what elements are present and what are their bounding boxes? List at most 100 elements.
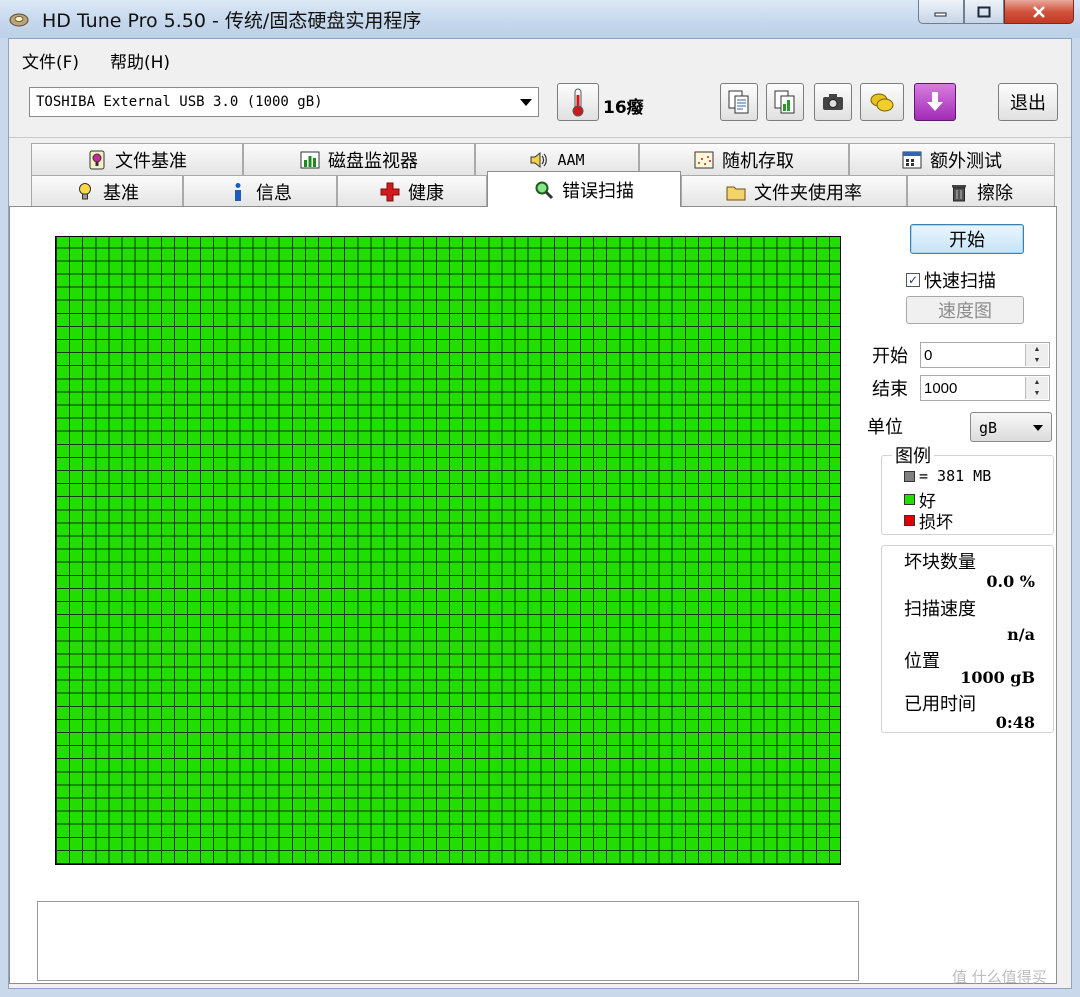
legend-bad: 损坏 <box>904 508 953 533</box>
tab-folder-usage[interactable]: 文件夹使用率 <box>681 175 907 207</box>
legend-block-size-text: = 381 MB <box>919 467 992 485</box>
thermometer-icon <box>572 88 584 117</box>
info-icon <box>235 182 241 201</box>
arrow-down-icon <box>927 92 943 111</box>
bad-blocks-value: 0.0 % <box>986 572 1035 591</box>
position-value: 1000 gB <box>960 668 1035 687</box>
trash-icon <box>952 184 966 201</box>
speed-map-button[interactable]: 速度图 <box>906 296 1024 324</box>
menu-file[interactable]: 文件(F) <box>22 48 79 73</box>
end-spinner[interactable]: ▲ ▼ <box>1025 377 1048 399</box>
unit-select-value: gB <box>979 419 998 437</box>
copy-text-button[interactable] <box>720 83 758 121</box>
stats-group: 坏块数量 0.0 % 扫描速度 n/a 位置 1000 gB 已用时间 0:48 <box>881 545 1054 733</box>
tab-label: 文件夹使用率 <box>754 182 862 204</box>
options-button[interactable] <box>860 83 904 121</box>
checkbox-checked-icon: ✓ <box>906 273 920 287</box>
tab-label: 随机存取 <box>722 150 794 172</box>
legend-title: 图例 <box>892 442 934 468</box>
toolbar: TOSHIBA External USB 3.0 (1000 gB) 16癈 退… <box>9 73 1071 138</box>
maximize-button[interactable] <box>964 0 1004 24</box>
maximize-icon <box>977 6 991 17</box>
copy-chart-icon <box>774 90 795 114</box>
screenshot-button[interactable] <box>814 83 852 121</box>
tab-label: AAM <box>557 150 585 169</box>
lightbulb-icon <box>79 182 91 199</box>
temperature-readout: 16癈 <box>603 98 644 118</box>
quick-scan-checkbox[interactable]: ✓ 快速扫描 <box>906 267 996 293</box>
app-logo-icon <box>9 13 29 27</box>
chevron-down-icon <box>1033 425 1043 431</box>
tab-label: 错误扫描 <box>562 180 634 202</box>
spin-up-icon: ▲ <box>1033 379 1041 386</box>
minimize-button[interactable] <box>918 0 964 24</box>
tab-label: 信息 <box>256 182 292 204</box>
scan-block-map <box>55 236 841 865</box>
legend-block-size: = 381 MB <box>904 467 991 485</box>
gray-swatch-icon <box>904 470 915 482</box>
disk-monitor-icon <box>300 151 320 168</box>
tab-file-benchmark[interactable]: 文件基准 <box>31 143 243 175</box>
start-spinner[interactable]: ▲ ▼ <box>1025 344 1048 366</box>
tab-label: 擦除 <box>977 182 1013 204</box>
red-swatch-icon <box>904 515 915 526</box>
end-input[interactable]: 1000 ▲ ▼ <box>920 375 1050 401</box>
camera-icon <box>823 94 843 110</box>
scan-speed-label: 扫描速度 <box>904 599 976 620</box>
error-scan-panel: 开始 ✓ 快速扫描 速度图 开始 0 ▲▼ 结束 1000 ▲▼ 单位 gB <box>9 206 1057 984</box>
quick-scan-label: 快速扫描 <box>924 271 996 292</box>
app-window: HD Tune Pro 5.50 - 传统/固态硬盘实用程序 文件(F) 帮助(… <box>0 0 1080 997</box>
elapsed-label: 已用时间 <box>904 694 976 715</box>
tab-extra-tests[interactable]: 额外测试 <box>849 143 1055 175</box>
unit-label: 单位 <box>867 417 903 438</box>
tab-label: 文件基准 <box>115 150 187 172</box>
random-access-icon <box>694 151 714 168</box>
coins-icon <box>870 93 894 112</box>
green-swatch-icon <box>904 494 915 505</box>
tab-info[interactable]: 信息 <box>183 175 337 207</box>
legend-group: 图例 = 381 MB 好 损坏 <box>881 442 1054 535</box>
title-bar: HD Tune Pro 5.50 - 传统/固态硬盘实用程序 <box>0 0 1080 38</box>
end-field-label: 结束 <box>872 379 908 400</box>
drive-select-value: TOSHIBA External USB 3.0 (1000 gB) <box>36 94 323 110</box>
scan-log-box[interactable] <box>37 901 859 981</box>
window-title: HD Tune Pro 5.50 - 传统/固态硬盘实用程序 <box>42 10 422 32</box>
drive-select[interactable]: TOSHIBA External USB 3.0 (1000 gB) <box>29 87 539 117</box>
copy-image-button[interactable] <box>766 83 804 121</box>
temperature-button[interactable] <box>557 83 599 121</box>
tab-benchmark[interactable]: 基准 <box>31 175 183 207</box>
start-scan-button[interactable]: 开始 <box>910 224 1024 254</box>
minimize-icon <box>934 12 947 16</box>
chevron-down-icon <box>520 99 532 106</box>
download-update-button[interactable] <box>914 83 956 121</box>
end-input-value: 1000 <box>924 380 958 397</box>
elapsed-value: 0:48 <box>995 713 1035 732</box>
tab-error-scan[interactable]: 错误扫描 <box>487 171 681 207</box>
close-icon <box>1033 5 1045 18</box>
copy-document-icon <box>728 90 749 114</box>
close-button[interactable] <box>1004 0 1074 24</box>
tab-health[interactable]: 健康 <box>337 175 487 207</box>
file-benchmark-icon <box>89 150 105 169</box>
menu-help[interactable]: 帮助(H) <box>110 48 170 73</box>
speaker-icon <box>530 151 548 168</box>
watermark: 值 什么值得买 <box>952 968 1047 986</box>
exit-button[interactable]: 退出 <box>998 83 1058 121</box>
unit-select[interactable]: gB <box>970 412 1052 442</box>
position-label: 位置 <box>904 651 940 672</box>
start-input-value: 0 <box>924 347 933 364</box>
spin-up-icon: ▲ <box>1033 346 1041 353</box>
client-area: 文件(F) 帮助(H) TOSHIBA External USB 3.0 (10… <box>8 38 1072 989</box>
bad-blocks-label: 坏块数量 <box>904 552 976 573</box>
start-input[interactable]: 0 ▲ ▼ <box>920 342 1050 368</box>
tab-label: 基准 <box>103 182 139 204</box>
health-cross-icon <box>380 182 400 201</box>
tab-label: 磁盘监视器 <box>328 150 418 172</box>
tab-disk-monitor[interactable]: 磁盘监视器 <box>243 143 475 175</box>
magnifier-icon <box>535 181 554 199</box>
scan-speed-value: n/a <box>1007 625 1035 644</box>
tab-erase[interactable]: 擦除 <box>907 175 1055 207</box>
menu-bar: 文件(F) 帮助(H) <box>9 39 1071 73</box>
folder-icon <box>726 186 746 200</box>
tab-label: 健康 <box>408 182 444 204</box>
